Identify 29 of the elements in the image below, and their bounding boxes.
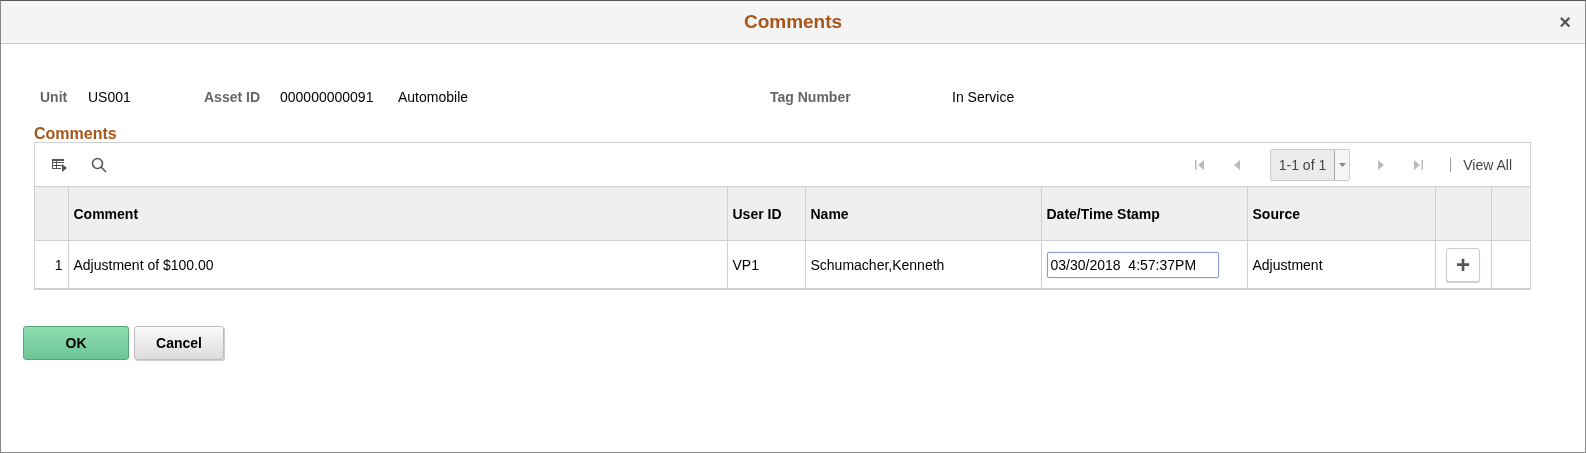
cancel-button[interactable]: Cancel xyxy=(134,326,224,360)
column-header: Source xyxy=(1247,187,1435,241)
table-cell: Schumacher,Kenneth xyxy=(805,240,1041,288)
section-title: Comments xyxy=(34,125,118,143)
close-button[interactable]: × xyxy=(1557,13,1573,31)
column-header: Comment xyxy=(68,187,727,241)
column-header: Date/Time Stamp xyxy=(1041,187,1247,241)
add-row-button[interactable]: + xyxy=(1446,247,1480,282)
field-label: Unit xyxy=(40,89,69,105)
table-cell: VP1 xyxy=(727,240,805,288)
table-cell: Adjustment of $100.00 xyxy=(68,240,727,288)
row-number: 1 xyxy=(35,240,68,288)
field-label: Tag Number xyxy=(770,89,852,105)
search-icon[interactable] xyxy=(91,156,107,173)
caret-icon xyxy=(1338,162,1346,167)
table-cell: Adjustment xyxy=(1247,240,1435,288)
field-value: In Service xyxy=(952,89,1015,105)
ok-button[interactable]: OK xyxy=(23,326,129,360)
field-label: Asset ID xyxy=(204,89,262,105)
date-time-field[interactable]: 03/30/2018 4:57:37PM xyxy=(1046,251,1219,278)
column-header: Name xyxy=(805,187,1041,241)
field-value: Automobile xyxy=(398,89,470,105)
view-all-link[interactable]: View All xyxy=(1463,156,1512,173)
page-range-dropdown[interactable]: 1-1 of 1 xyxy=(1269,148,1351,181)
column-header: User ID xyxy=(727,187,805,241)
field-value: US001 xyxy=(88,89,132,105)
field-value: 000000000091 xyxy=(280,89,375,105)
window-title: Comments xyxy=(743,11,843,33)
personalize-icon[interactable] xyxy=(52,157,68,172)
